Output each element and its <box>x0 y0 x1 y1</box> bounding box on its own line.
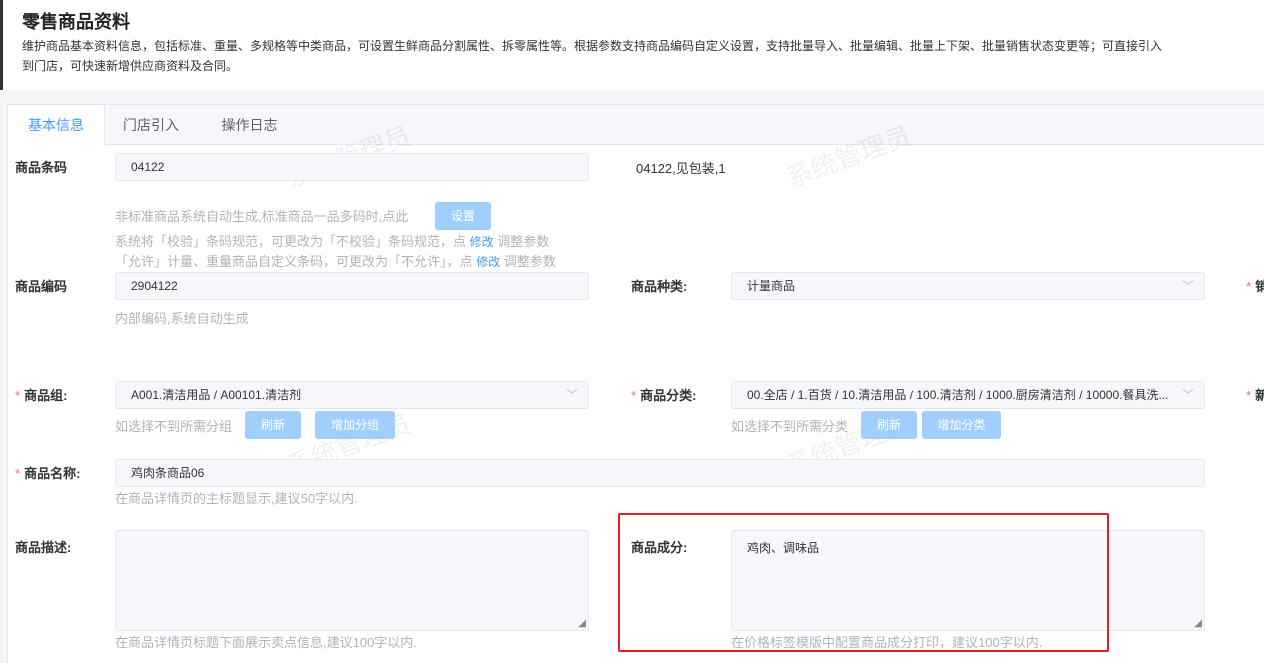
name-input[interactable]: 鸡肉条商品06 <box>115 459 1205 487</box>
chevron-down-icon: ﹀ <box>1181 279 1194 293</box>
category-select[interactable]: 00.全店 / 1.百货 / 10.清洁用品 / 100.清洁剂 / 1000.… <box>731 381 1205 409</box>
kind-label: 商品种类: <box>631 279 688 294</box>
desc-hint: 在商品详情页标题下面展示卖点信息,建议100字以内. <box>115 635 417 650</box>
code-label: 商品编码 <box>15 279 68 294</box>
category-hint: 如选择不到所需分类 <box>731 419 849 434</box>
group-label: * 商品组: <box>15 388 68 403</box>
add-category-button[interactable]: 增加分类 <box>922 411 1001 439</box>
add-group-button[interactable]: 增加分组 <box>315 411 395 439</box>
tab-bar: 基本信息 门店引入 操作日志 <box>8 105 1264 146</box>
page-header: 零售商品资料 维护商品基本资料信息，包括标准、重量、多规格等中类商品，可设置生鲜… <box>0 0 1264 90</box>
page-description: 维护商品基本资料信息，包括标准、重量、多规格等中类商品，可设置生鲜商品分割属性、… <box>22 39 1163 73</box>
barcode-input[interactable]: 04122 <box>115 153 589 181</box>
desc-textarea[interactable]: ◢ <box>115 530 589 631</box>
barcode-label: 商品条码 <box>15 160 68 175</box>
highlight-box <box>618 513 1109 652</box>
chevron-down-icon: ﹀ <box>1181 388 1194 402</box>
tab-operation-log[interactable]: 操作日志 <box>197 105 302 145</box>
group-select[interactable]: A001.清洁用品 / A00101.清洁剂 ﹀ <box>115 381 589 409</box>
tab-basic-info[interactable]: 基本信息 <box>8 105 105 146</box>
name-label: * 商品名称: <box>15 466 81 481</box>
page-title: 零售商品资料 <box>22 12 130 32</box>
resize-handle-icon[interactable]: ◢ <box>578 619 586 629</box>
chevron-down-icon: ﹀ <box>565 388 578 402</box>
desc-label: 商品描述: <box>15 540 72 555</box>
name-hint: 在商品详情页的主标题显示,建议50字以内. <box>115 491 358 506</box>
group-refresh-button[interactable]: 刷新 <box>245 411 301 439</box>
kind-select[interactable]: 计量商品 ﹀ <box>731 272 1205 300</box>
barcode-hint: 非标准商品系统自动生成,标准商品一品多码时,点此 <box>115 209 409 224</box>
barcode-validate-hint: 系统将「校验」条码规范，可更改为「不校验」条码规范，点 修改 调整参数 <box>115 234 550 249</box>
tab-store-import[interactable]: 门店引入 <box>105 105 197 145</box>
barcode-display: 04122,见包装,1 <box>636 161 726 176</box>
group-hint: 如选择不到所需分组 <box>115 419 233 434</box>
barcode-custom-hint: 「允许」计量、重量商品自定义条码，可更改为「不允许」，点 修改 调整参数 <box>115 254 556 269</box>
sales-label-fragment: *销 <box>1246 279 1264 294</box>
validate-modify-link[interactable]: 修改 <box>470 235 494 249</box>
code-input[interactable]: 2904122 <box>115 272 589 300</box>
category-refresh-button[interactable]: 刷新 <box>861 411 917 439</box>
barcode-set-button[interactable]: 设置 <box>435 202 491 230</box>
new-label-fragment: *新 <box>1246 388 1264 403</box>
custom-modify-link[interactable]: 修改 <box>476 255 500 269</box>
resize-handle-icon[interactable]: ◢ <box>1194 619 1202 629</box>
category-label: * 商品分类: <box>631 388 697 403</box>
code-hint: 内部编码,系统自动生成 <box>115 311 249 326</box>
